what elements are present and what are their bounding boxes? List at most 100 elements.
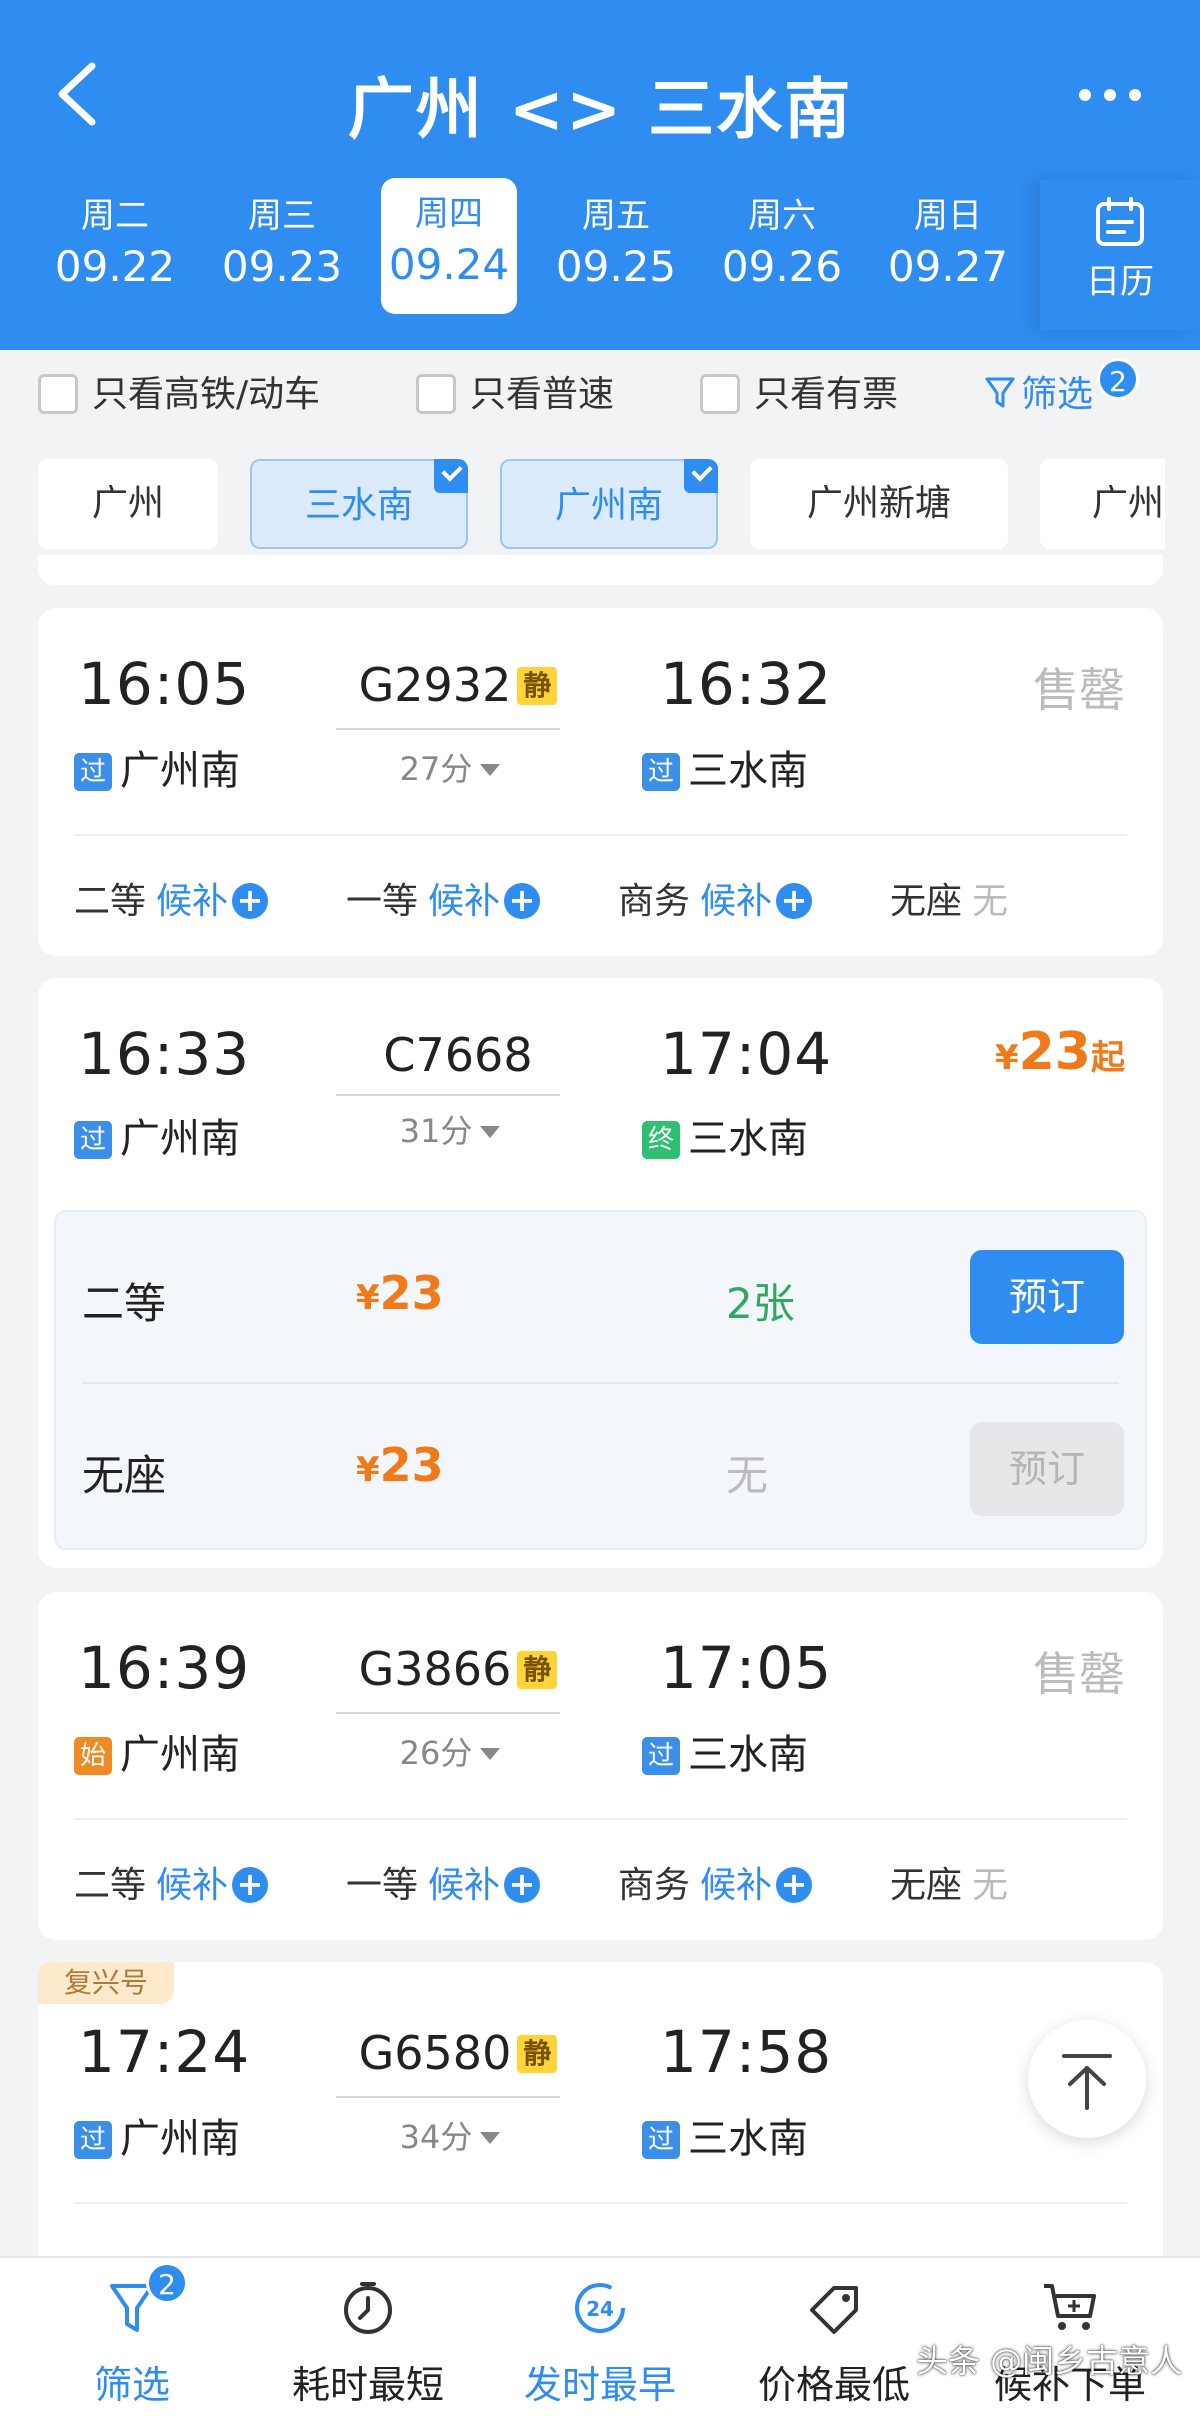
arrival-station: 过三水南 (642, 2106, 808, 2164)
seat-name: 无座 (82, 1451, 167, 1500)
station-chip-label: 广州 (1092, 483, 1165, 524)
pass-tag: 过 (642, 1737, 680, 1775)
date-value: 09.24 (388, 240, 510, 289)
duration-text: 31分 (399, 1112, 473, 1150)
station-chip[interactable]: 广州 (1040, 459, 1165, 549)
plus-icon: + (232, 1867, 269, 1903)
station-chip-selected[interactable]: 三水南 (250, 459, 468, 549)
terminal-tag: 终 (642, 1121, 680, 1159)
seat-name: 二等 (74, 1865, 147, 1906)
duration-toggle[interactable]: 31分 (338, 1106, 562, 1152)
divider (74, 2202, 1127, 2204)
seat-first-class[interactable]: 一等 候补 + (346, 1856, 541, 1908)
screen-count-badge: 2 (1097, 358, 1139, 400)
station-chip-selected[interactable]: 广州南 (500, 459, 718, 549)
seat-business-class[interactable]: 商务 候补 + (618, 1856, 813, 1908)
departure-station-name: 广州南 (120, 2116, 240, 2162)
departure-station-name: 广州南 (120, 748, 240, 794)
caret-down-icon (480, 1126, 501, 1138)
svg-text:24: 24 (586, 2297, 614, 2321)
arrival-time: 16:32 (660, 650, 833, 718)
seat-business-class[interactable]: 商务 候补 + (618, 872, 813, 924)
calendar-button[interactable]: 日历 (1040, 180, 1200, 330)
seat-none-label: 无 (972, 1865, 1009, 1906)
train-number-text: G6580 (358, 2026, 512, 2080)
station-chip[interactable]: 广州新塘 (750, 459, 1008, 549)
train-card[interactable]: 16:05 G2932 静 27分 16:32 过广州南 过三水南 售罄 二等 候补… (38, 608, 1163, 956)
duration-text: 26分 (399, 1734, 473, 1772)
date-tab[interactable]: 周日 09.27 (880, 180, 1016, 296)
divider (74, 1818, 1127, 1820)
date-tab[interactable]: 周二 09.22 (47, 180, 183, 296)
seat-second-class[interactable]: 二等 候补 + (74, 1856, 269, 1908)
date-tab[interactable]: 周六 09.26 (714, 180, 850, 296)
top-header: 广州 <> 三水南 周二 09.22 周三 09.23 周四 09.24 周五 … (0, 0, 1200, 350)
seat-name: 商务 (618, 881, 691, 922)
price-tag-icon (810, 2286, 858, 2334)
duration-toggle[interactable]: 27分 (338, 744, 562, 790)
departure-station: 过广州南 (74, 2106, 240, 2164)
plus-icon: + (776, 883, 813, 919)
sold-out-status: 售罄 (1033, 663, 1125, 717)
calendar-icon (1096, 197, 1144, 246)
only-normal-checkbox[interactable]: 只看普速 (416, 372, 614, 418)
date-weekday: 周四 (415, 194, 483, 234)
arrival-station-name: 三水南 (688, 1732, 808, 1778)
date-weekday: 周二 (81, 196, 149, 236)
train-card-expanded[interactable]: 16:33 C7668 31分 17:04 过广州南 终三水南 ¥23起 二等 … (38, 978, 1163, 1568)
arrival-station: 终三水南 (642, 1106, 808, 1164)
check-corner-icon (684, 459, 718, 493)
waitlist-label: 候补 (428, 881, 501, 922)
train-card[interactable]: 16:39 G3866 静 26分 17:05 始广州南 过三水南 售罄 二等 候补… (38, 1592, 1163, 1940)
departure-time: 16:33 (78, 1020, 251, 1088)
waitlist-label: 候补 (700, 1865, 773, 1906)
duration-toggle[interactable]: 26分 (338, 1728, 562, 1774)
seat-row-second-class: 二等 ¥23 2张 预订 (56, 1212, 1145, 1380)
station-chips: 广州 三水南 广州南 广州新塘 广州 (0, 455, 1165, 555)
train-number-text: G2932 (358, 658, 512, 712)
screen-label: 筛选 (1021, 374, 1094, 415)
book-button[interactable]: 预订 (970, 1250, 1124, 1344)
checkbox-box (416, 374, 456, 414)
waitlist-label: 候补 (700, 881, 773, 922)
date-tab[interactable]: 周五 09.25 (548, 180, 684, 296)
seat-price: ¥23 (356, 1266, 444, 1320)
waitlist-label: 候补 (156, 1865, 229, 1906)
sort-cheapest-button[interactable]: 价格最低 (724, 2258, 944, 2416)
currency-symbol: ¥ (994, 1038, 1019, 1078)
date-weekday: 周日 (914, 196, 982, 236)
quiet-car-badge: 静 (517, 2035, 558, 2073)
caret-down-icon (480, 764, 501, 776)
seat-second-class[interactable]: 二等 候补 + (74, 872, 269, 924)
only-available-checkbox[interactable]: 只看有票 (700, 372, 898, 418)
funnel-icon (985, 377, 1015, 408)
sort-shortest-button[interactable]: 耗时最短 (258, 2258, 478, 2416)
arrival-time: 17:04 (660, 1020, 833, 1088)
ticket-count: 2张 (726, 1279, 795, 1328)
bottom-filter-button[interactable]: 2 筛选 (22, 2258, 242, 2416)
seat-name: 一等 (346, 881, 419, 922)
checkbox-label: 只看有票 (754, 374, 899, 415)
station-chip-label: 广州 (91, 483, 164, 524)
train-card[interactable]: 复兴号 17:24 G6580 静 34分 17:58 过广州南 过三水南 (38, 1962, 1163, 2282)
departure-time: 17:24 (78, 2018, 251, 2086)
seat-first-class[interactable]: 一等 候补 + (346, 872, 541, 924)
only-high-speed-checkbox[interactable]: 只看高铁/动车 (38, 372, 320, 418)
sort-earliest-button[interactable]: 24 发时最早 (490, 2258, 710, 2416)
more-icon[interactable] (1075, 80, 1145, 110)
seat-options-panel: 二等 ¥23 2张 预订 无座 ¥23 无 预订 (54, 1210, 1147, 1550)
date-weekday: 周三 (248, 196, 316, 236)
train-number: G6580 静 (338, 2026, 578, 2080)
date-tab[interactable]: 周三 09.23 (214, 180, 350, 296)
duration-toggle[interactable]: 34分 (338, 2112, 562, 2158)
station-chip[interactable]: 广州 (38, 459, 218, 549)
station-chip-label: 广州南 (554, 485, 663, 526)
seat-price: ¥23 (356, 1438, 444, 1492)
date-tab-selected[interactable]: 周四 09.24 (381, 178, 517, 314)
back-to-top-button[interactable] (1028, 2020, 1146, 2138)
station-chip-label: 广州新塘 (806, 483, 951, 524)
book-button-disabled[interactable]: 预订 (970, 1422, 1124, 1516)
departure-station: 过广州南 (74, 1106, 240, 1164)
screen-button[interactable]: 筛选 2 (985, 358, 1139, 418)
waitlist-label: 候补 (428, 1865, 501, 1906)
